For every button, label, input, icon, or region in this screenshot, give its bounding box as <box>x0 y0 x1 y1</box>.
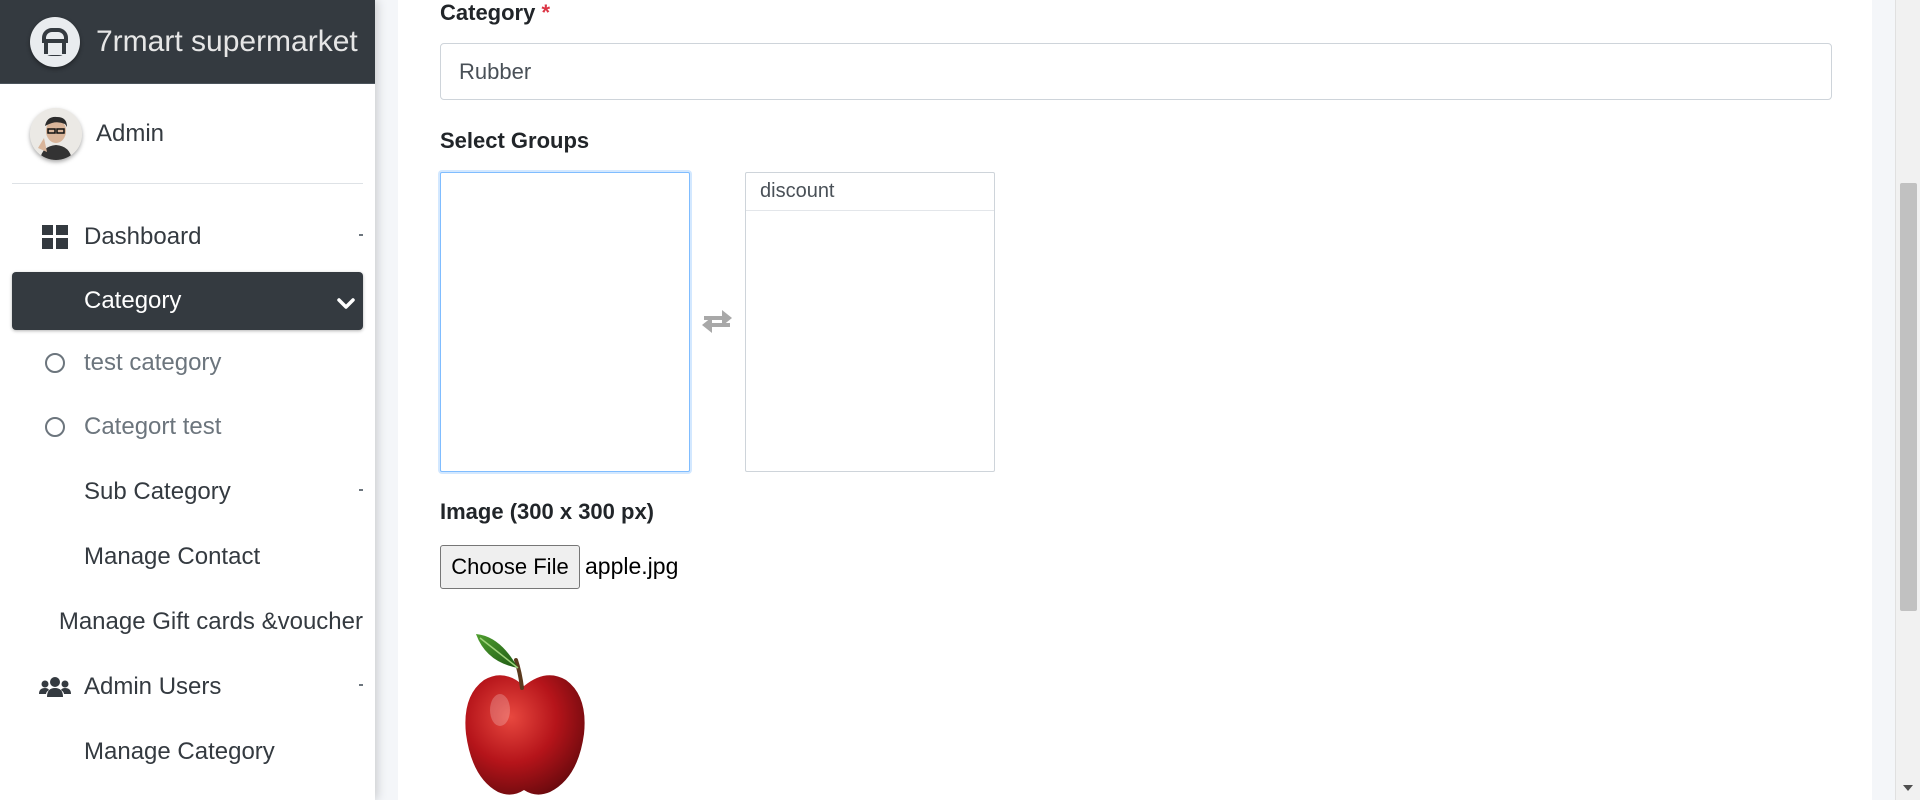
required-marker: * <box>541 0 551 25</box>
main-content: Category * Select Groups discount Image … <box>398 0 1872 800</box>
select-groups-label: Select Groups <box>440 128 590 153</box>
sidebar-item-label: Admin Users <box>84 673 222 700</box>
choose-file-button[interactable]: Choose File <box>440 545 580 589</box>
chevron-down-icon <box>337 291 355 319</box>
sidebar-item-category[interactable]: Category <box>12 272 363 330</box>
users-icon <box>28 676 82 698</box>
sidebar-item-admin-users[interactable]: Admin Users <box>12 658 363 716</box>
brand-logo-icon <box>30 16 80 67</box>
sidebar-item-label: Manage Gift cards &voucher <box>58 608 363 635</box>
brand-link[interactable]: 7rmart supermarket <box>0 0 375 84</box>
scrollbar-thumb[interactable] <box>1900 183 1917 611</box>
image-preview <box>460 628 590 800</box>
sidebar-item-manage-category[interactable]: Manage Category <box>12 723 363 781</box>
scroll-down-arrow-icon[interactable] <box>1903 785 1913 791</box>
sidebar-item-sub-category[interactable]: Sub Category <box>12 463 363 521</box>
selected-groups-list[interactable]: discount <box>745 172 995 472</box>
category-label: Category * <box>440 0 550 26</box>
caret-icon <box>359 489 363 491</box>
sidebar-item-label: Manage Contact <box>84 543 261 570</box>
category-input[interactable] <box>440 43 1832 100</box>
sidebar-item-label: Manage Category <box>84 738 275 765</box>
sidebar-item-manage-gift-cards[interactable]: Manage Gift cards &voucher <box>12 593 363 651</box>
caret-icon <box>359 234 363 236</box>
category-label-text: Category <box>440 0 536 25</box>
swap-arrows-icon[interactable] <box>700 306 734 341</box>
circle-icon <box>45 353 65 373</box>
image-label: Image (300 x 300 px) <box>440 499 655 524</box>
user-panel[interactable]: Admin <box>12 84 363 184</box>
list-item[interactable]: discount <box>746 173 994 211</box>
sidebar-item-manage-contact[interactable]: Manage Contact <box>12 528 363 586</box>
sidebar-item-dashboard[interactable]: Dashboard <box>12 208 363 266</box>
sidebar-nav: Dashboard Category test category Categor… <box>0 208 375 781</box>
sidebar-item-label: test category <box>84 349 222 376</box>
sidebar-item-label: Dashboard <box>84 223 202 250</box>
user-name: Admin <box>96 119 165 147</box>
sidebar-item-label: Category <box>84 287 182 314</box>
page-scrollbar[interactable] <box>1895 0 1920 800</box>
available-groups-list[interactable] <box>440 172 690 472</box>
sidebar: 7rmart supermarket Admin Dashboard Categ… <box>0 0 375 800</box>
brand-name: 7rmart supermarket <box>96 24 358 58</box>
caret-icon <box>359 684 363 686</box>
file-name: apple.jpg <box>585 553 679 579</box>
sidebar-item-label: Categort test <box>84 413 222 440</box>
dashboard-icon <box>28 225 82 249</box>
avatar <box>30 107 82 160</box>
circle-icon <box>45 417 65 437</box>
sidebar-item-categort-test[interactable]: Categort test <box>12 398 363 456</box>
sidebar-item-label: Sub Category <box>84 478 231 505</box>
sidebar-item-test-category[interactable]: test category <box>12 334 363 392</box>
